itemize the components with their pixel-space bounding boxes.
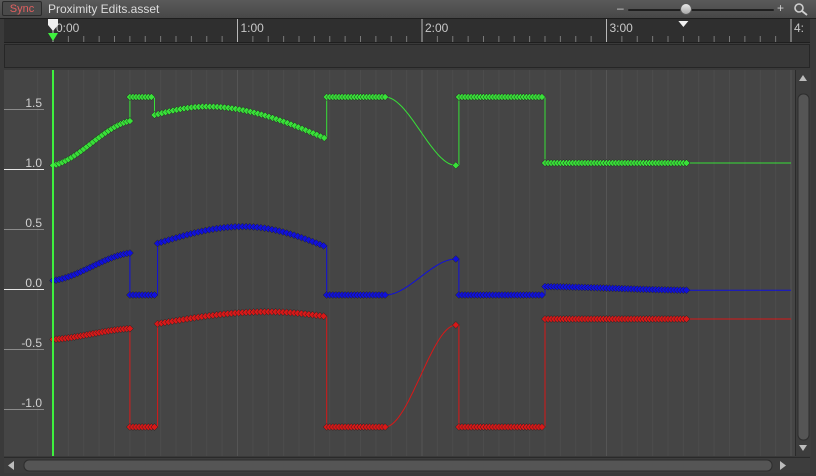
- horizontal-scrollbar[interactable]: [4, 457, 810, 473]
- scroll-left-arrow-icon[interactable]: [8, 461, 14, 470]
- vertical-scrollbar-graphic: [797, 75, 810, 451]
- zoom-slider-thumb[interactable]: [680, 3, 693, 15]
- value-tick-label: 0.5: [25, 216, 42, 230]
- keyframe-diamond[interactable]: [451, 321, 460, 329]
- zoom-slider-track[interactable]: [628, 9, 774, 11]
- horizontal-scrollbar-thumb[interactable]: [23, 459, 773, 472]
- event-track[interactable]: [4, 44, 810, 68]
- time-tick-label: 2:00: [425, 21, 449, 35]
- search-icon[interactable]: [793, 2, 809, 16]
- value-tick-label: 1.0: [25, 156, 42, 170]
- keyframe-diamond[interactable]: [451, 161, 460, 170]
- toolbar: Sync Proximity Edits.asset – +: [0, 0, 816, 19]
- keyframe-diamond[interactable]: [451, 255, 460, 263]
- time-ruler[interactable]: 0:00 1:00 2:00 3:00 4:: [4, 19, 810, 43]
- time-tick-label: 3:00: [610, 21, 634, 35]
- time-ruler-ticks: 0:00 1:00 2:00 3:00 4:: [48, 19, 804, 42]
- curve-plot[interactable]: 1.5 1.0 0.5 0.0 -0.5 -1.0: [4, 70, 795, 456]
- vertical-scrollbar[interactable]: [795, 70, 811, 456]
- value-tick-label: 1.5: [25, 96, 42, 110]
- asset-title: Proximity Edits.asset: [48, 2, 160, 16]
- curve-editor[interactable]: 1.5 1.0 0.5 0.0 -0.5 -1.0: [4, 70, 795, 456]
- end-marker-icon[interactable]: [678, 21, 689, 27]
- sync-button[interactable]: Sync: [2, 1, 42, 16]
- scroll-up-arrow-icon[interactable]: [799, 75, 807, 81]
- value-tick-label: -0.5: [21, 336, 42, 350]
- zoom-out-button[interactable]: –: [617, 1, 624, 15]
- value-tick-label: -1.0: [21, 396, 42, 410]
- playhead-marker-icon[interactable]: [48, 33, 58, 41]
- value-tick-label: 0.0: [25, 276, 42, 290]
- scroll-right-arrow-icon[interactable]: [780, 461, 786, 470]
- scroll-down-arrow-icon[interactable]: [799, 445, 807, 451]
- zoom-in-button[interactable]: +: [777, 1, 784, 15]
- horizontal-scrollbar-graphic: [8, 459, 786, 472]
- time-tick-label: 1:00: [241, 21, 265, 35]
- time-tick-label: 0:00: [56, 21, 80, 35]
- vertical-scrollbar-thumb[interactable]: [797, 93, 810, 441]
- time-tick-label: 4:: [794, 21, 804, 35]
